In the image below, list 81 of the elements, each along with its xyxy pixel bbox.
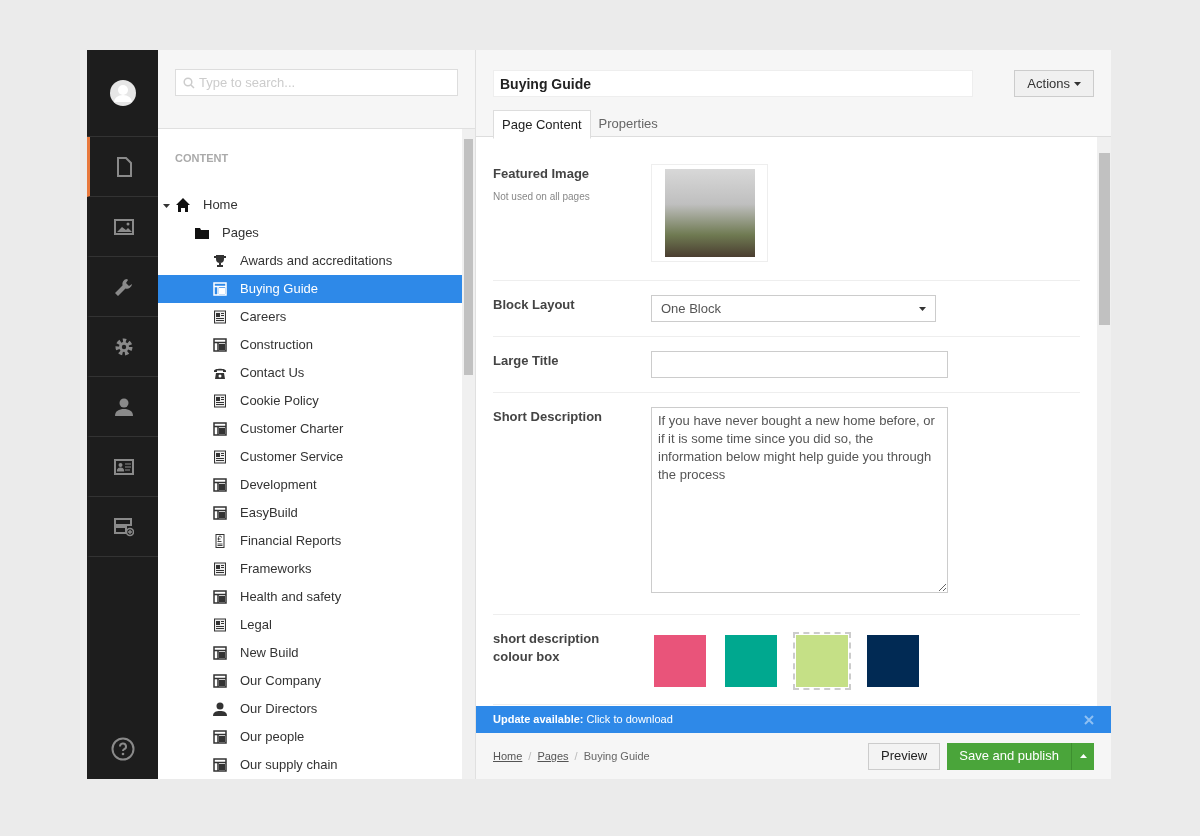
tree-item[interactable]: EasyBuild <box>158 499 462 527</box>
field-description: Not used on all pages <box>493 190 591 204</box>
trophy-icon <box>212 253 228 269</box>
caret-icon <box>919 306 926 311</box>
wrench-icon <box>114 276 134 297</box>
layout-icon <box>212 673 228 689</box>
update-message[interactable]: Update available: Click to download <box>493 711 673 728</box>
tree-item[interactable]: Customer Service <box>158 443 462 471</box>
page-title-field[interactable]: Buying Guide <box>493 70 973 97</box>
document-icon <box>212 309 228 325</box>
field-label: Large Title <box>493 352 560 370</box>
tree-item[interactable]: Contact Us <box>158 359 462 387</box>
caret-icon <box>1079 754 1087 758</box>
preview-button[interactable]: Preview <box>868 742 941 770</box>
avatar-icon[interactable] <box>109 80 136 106</box>
server-icon <box>114 516 134 537</box>
text-area[interactable]: If you have never bought a new home before, or if it is some time since you did so, the information below might help guide you through the process <box>651 407 948 593</box>
tree-item[interactable]: Our Directors <box>158 695 462 723</box>
tree-item[interactable]: Careers <box>158 303 462 331</box>
document-icon <box>114 156 134 177</box>
image-thumbnail[interactable] <box>651 164 768 262</box>
tree-item[interactable]: Our supply chain <box>158 751 462 779</box>
tree-item[interactable]: Development <box>158 471 462 499</box>
breadcrumb-link[interactable]: Pages <box>537 747 569 765</box>
tree-item[interactable]: Customer Charter <box>158 415 462 443</box>
breadcrumb-link[interactable]: Home <box>493 747 523 765</box>
field-label: short description colour box <box>493 630 601 666</box>
breadcrumb-separator: / <box>574 748 578 764</box>
tree-item[interactable]: Financial Reports <box>158 527 462 555</box>
tree-item[interactable]: Buying Guide <box>158 275 462 303</box>
folder-icon <box>194 225 210 241</box>
field-label: Block Layout <box>493 296 576 314</box>
layout-icon <box>212 281 228 297</box>
layout-icon <box>212 645 228 661</box>
tree-item[interactable]: Home <box>158 191 462 219</box>
layout-icon <box>212 757 228 773</box>
scrollbar[interactable] <box>1097 137 1111 706</box>
pound-document-icon <box>212 533 228 549</box>
document-icon <box>212 449 228 465</box>
text-field[interactable] <box>651 351 948 378</box>
person-icon <box>114 396 134 417</box>
field-label: Short Description <box>493 408 604 426</box>
layout-icon <box>212 589 228 605</box>
caret-icon[interactable] <box>163 201 170 209</box>
help-icon[interactable] <box>110 737 135 761</box>
image-icon <box>114 216 134 237</box>
tree-item[interactable]: Our Company <box>158 667 462 695</box>
tab[interactable]: Properties <box>590 110 666 138</box>
tree-item[interactable]: Frameworks <box>158 555 462 583</box>
document-icon <box>212 561 228 577</box>
layout-icon <box>212 421 228 437</box>
tree-item[interactable]: Our people <box>158 723 462 751</box>
tree-item[interactable]: New Build <box>158 639 462 667</box>
field-label: Featured Image <box>493 165 591 183</box>
tree-item[interactable]: Cookie Policy <box>158 387 462 415</box>
scrollbar[interactable] <box>462 128 475 779</box>
tree-item[interactable]: Health and safety <box>158 583 462 611</box>
layout-icon <box>212 729 228 745</box>
tab[interactable]: Page Content <box>493 110 591 139</box>
breadcrumb-separator: / <box>528 748 532 764</box>
layout-icon <box>212 505 228 521</box>
document-icon <box>212 617 228 633</box>
breadcrumb-current: Buying Guide <box>583 748 650 764</box>
tree-item[interactable]: Construction <box>158 331 462 359</box>
section-heading: CONTENT <box>174 150 230 166</box>
layout-icon <box>212 337 228 353</box>
tree-item[interactable]: Legal <box>158 611 462 639</box>
actions-button[interactable]: Actions <box>1014 70 1094 97</box>
update-banner[interactable]: Update available: Click to download <box>476 706 1111 733</box>
layout-icon <box>212 477 228 493</box>
person-icon <box>212 701 228 717</box>
home-icon <box>175 197 191 213</box>
tree-item[interactable]: Awards and accreditations <box>158 247 462 275</box>
settings-icon <box>114 336 134 357</box>
caret-icon <box>1074 81 1081 86</box>
document-icon <box>212 393 228 409</box>
search-icon <box>183 77 195 89</box>
id-card-icon <box>114 456 134 477</box>
sidebar-section[interactable] <box>87 137 158 197</box>
tree-item[interactable]: Pages <box>158 219 462 247</box>
layout-dropdown[interactable]: One Block <box>651 295 936 322</box>
